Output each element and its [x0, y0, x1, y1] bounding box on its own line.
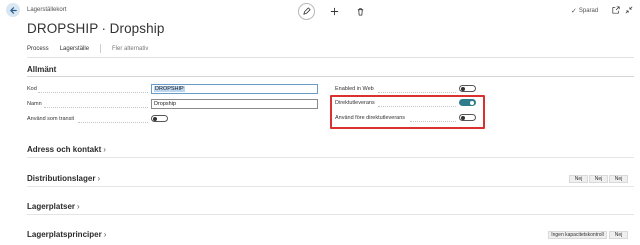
saved-label: Sparad — [578, 8, 599, 14]
badge-nej: Nej — [609, 175, 628, 183]
page-title: DROPSHIP ∙ Dropship — [27, 21, 165, 36]
namn-value: Dropship — [154, 101, 177, 107]
action-more-options[interactable]: Fler alternativ — [112, 46, 148, 52]
saved-status: ✓ Sparad — [571, 7, 598, 15]
enabled-in-web-toggle[interactable] — [459, 85, 476, 92]
back-button[interactable] — [6, 3, 20, 17]
dotted-leader — [78, 122, 148, 123]
section-principer[interactable]: Lagerplatsprinciper › — [27, 230, 106, 239]
divider — [27, 186, 634, 187]
divider — [100, 44, 102, 53]
kod-input[interactable]: DROPSHIP — [151, 84, 318, 94]
action-lagerstalle[interactable]: Lagerställe — [60, 46, 89, 52]
trash-icon — [357, 8, 363, 16]
delete-button[interactable] — [353, 5, 367, 19]
namn-label: Namn — [27, 101, 42, 107]
divider — [27, 76, 634, 77]
pencil-icon — [303, 7, 311, 15]
action-process[interactable]: Process — [27, 46, 49, 52]
web-label: Enabled in Web — [335, 86, 374, 92]
plus-icon — [330, 7, 338, 16]
dotted-leader — [44, 107, 148, 108]
namn-input[interactable]: Dropship — [151, 99, 318, 109]
section-lagerplatser[interactable]: Lagerplatser › — [27, 202, 80, 211]
section-principer-title: Lagerplatsprinciper — [27, 230, 102, 239]
badge-capacity: Ingen kapacitetskontroll — [548, 231, 607, 239]
breadcrumb: Lagerställekort — [27, 7, 67, 13]
action-bar: Process Lagerställe Fler alternativ — [27, 44, 159, 53]
dotted-leader — [378, 92, 456, 93]
kod-label: Kod — [27, 86, 37, 92]
badge-nej: Nej — [589, 175, 608, 183]
section-lagerplatser-title: Lagerplatser — [27, 202, 76, 211]
chevron-right-icon: › — [103, 230, 107, 239]
header-actions — [298, 3, 367, 20]
section-distribution[interactable]: Distributionslager › — [27, 174, 100, 183]
edit-button[interactable] — [298, 3, 315, 20]
transit-toggle[interactable] — [151, 115, 168, 122]
divider — [27, 214, 634, 215]
kod-value: DROPSHIP — [154, 86, 185, 92]
arrow-left-icon — [9, 6, 17, 14]
chevron-right-icon: › — [103, 145, 106, 154]
section-distribution-title: Distributionslager — [27, 174, 96, 183]
check-icon: ✓ — [571, 8, 577, 15]
open-new-window-icon — [612, 6, 620, 14]
chevron-right-icon: › — [77, 202, 80, 211]
chevron-right-icon: › — [97, 174, 101, 183]
section-adress[interactable]: Adress och kontakt › — [27, 145, 106, 154]
section-general-title[interactable]: Allmänt — [27, 65, 56, 74]
section-adress-title: Adress och kontakt — [27, 145, 102, 154]
highlight-box — [330, 95, 485, 129]
transit-label: Använd som transit — [27, 116, 75, 122]
divider — [27, 57, 634, 58]
badge-nej: Nej — [569, 175, 588, 183]
collapse-button[interactable] — [624, 5, 634, 15]
collapse-icon — [625, 6, 633, 14]
open-new-window-button[interactable] — [611, 5, 621, 15]
divider — [27, 157, 634, 158]
dotted-leader — [38, 92, 148, 93]
badge-nej: Nej — [609, 231, 628, 239]
new-button[interactable] — [327, 5, 341, 19]
